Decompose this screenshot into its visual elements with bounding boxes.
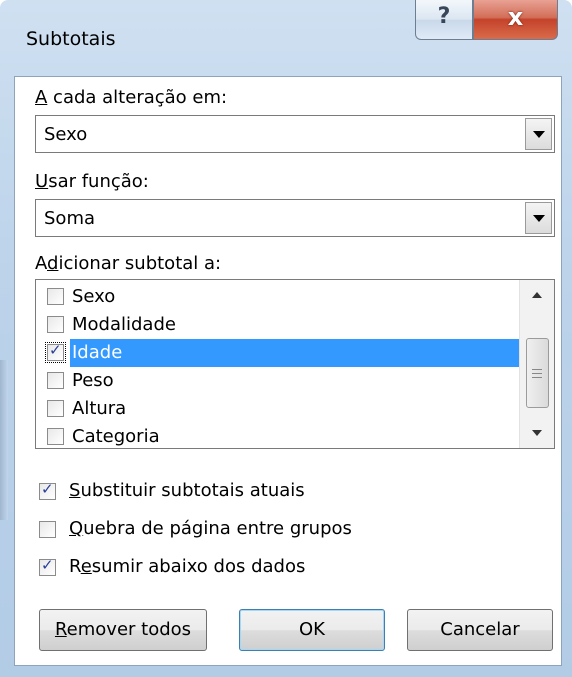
- list-item[interactable]: Peso: [36, 367, 520, 395]
- scroll-down-icon[interactable]: [520, 420, 554, 448]
- scroll-up-icon[interactable]: [520, 280, 554, 308]
- replace-subtotals-checkbox[interactable]: [39, 480, 56, 500]
- chevron-down-icon[interactable]: [525, 118, 552, 150]
- function-value: Soma: [44, 208, 96, 229]
- list-item[interactable]: Categoria: [36, 423, 520, 448]
- list-item-label: Altura: [72, 398, 127, 419]
- list-item-checkbox[interactable]: [47, 316, 64, 333]
- change-in-label: A cada alteração em:: [35, 87, 228, 108]
- dialog-body: A cada alteração em: Sexo Usar função: S…: [14, 76, 562, 666]
- list-item-checkbox[interactable]: [47, 288, 64, 305]
- function-combobox[interactable]: Soma: [35, 199, 555, 237]
- ok-button[interactable]: OK: [239, 609, 385, 651]
- add-subtotal-label: Adicionar subtotal a:: [35, 253, 222, 274]
- list-item-selected[interactable]: Idade: [36, 339, 520, 367]
- help-button[interactable]: ?: [415, 0, 473, 40]
- summary-below-checkbox[interactable]: [39, 556, 56, 576]
- dialog-title: Subtotais: [26, 28, 116, 50]
- list-item-label: Categoria: [72, 426, 160, 447]
- cancel-button[interactable]: Cancelar: [407, 609, 553, 651]
- list-item-checkbox[interactable]: [45, 341, 66, 363]
- add-subtotal-list[interactable]: Sexo Modalidade Idade Peso Altura Catego…: [35, 279, 555, 449]
- page-break-checkbox[interactable]: [39, 521, 56, 538]
- replace-subtotals-option[interactable]: Substituir subtotais atuais: [39, 479, 369, 507]
- close-button[interactable]: x: [473, 0, 558, 40]
- grip-icon: [532, 369, 542, 378]
- summary-below-option[interactable]: Resumir abaixo dos dados: [39, 555, 349, 583]
- summary-below-label: Resumir abaixo dos dados: [69, 556, 306, 577]
- list-item[interactable]: Altura: [36, 395, 520, 423]
- window-edge: [0, 360, 8, 520]
- list-item-label: Sexo: [72, 286, 116, 307]
- change-in-combobox[interactable]: Sexo: [35, 115, 555, 153]
- list-item-label: Modalidade: [72, 314, 176, 335]
- list-item-checkbox[interactable]: [47, 372, 64, 389]
- replace-subtotals-label: Substituir subtotais atuais: [69, 480, 305, 501]
- close-icon: x: [507, 3, 524, 31]
- chevron-down-icon[interactable]: [525, 202, 552, 234]
- page-break-option[interactable]: Quebra de página entre grupos: [39, 517, 399, 545]
- change-in-value: Sexo: [44, 124, 88, 145]
- vertical-scrollbar[interactable]: [519, 280, 554, 448]
- list-item-label: Peso: [72, 370, 114, 391]
- list-item[interactable]: Sexo: [36, 283, 520, 311]
- page-break-label: Quebra de página entre grupos: [69, 518, 352, 539]
- list-item-checkbox[interactable]: [47, 428, 64, 445]
- list-item[interactable]: Modalidade: [36, 311, 520, 339]
- function-label: Usar função:: [35, 171, 149, 192]
- title-bar[interactable]: Subtotais ? x: [0, 0, 572, 76]
- help-icon: ?: [437, 4, 451, 29]
- list-item-label: Idade: [70, 339, 520, 367]
- remove-all-button[interactable]: Remover todos: [39, 609, 207, 651]
- scrollbar-thumb[interactable]: [526, 338, 549, 408]
- list-item-checkbox[interactable]: [47, 400, 64, 417]
